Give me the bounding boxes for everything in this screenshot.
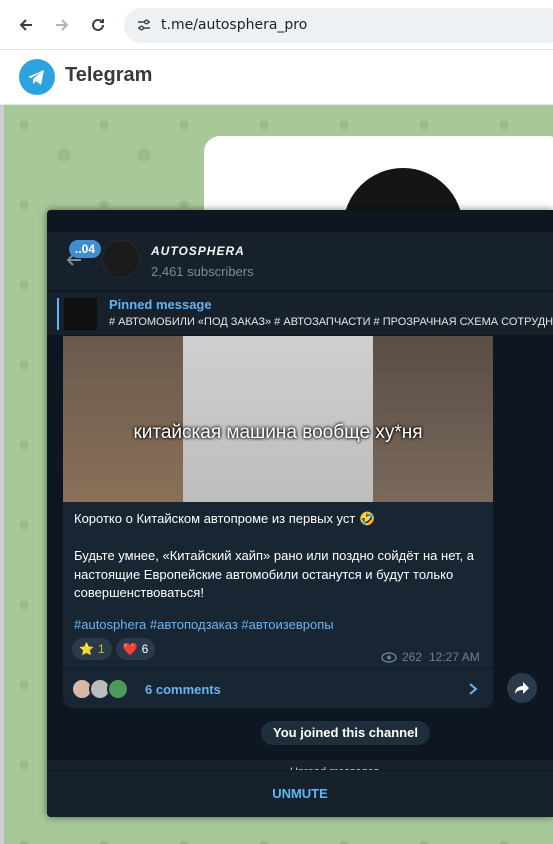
view-count: 262 (381, 650, 422, 664)
telegram-title: Telegram (65, 64, 153, 86)
unmute-button[interactable]: UNMUTE (47, 786, 553, 801)
share-button[interactable] (507, 673, 537, 703)
telegram-window: ..04 AUTOSPHERA 2,461 subscribers Pinned… (47, 210, 553, 817)
message-paragraph: Коротко о Китайском автопроме из первых … (74, 511, 376, 526)
reaction-star[interactable]: ⭐ 1 (72, 638, 112, 660)
pinned-text: # АВТОМОБИЛИ «ПОД ЗАКАЗ» # АВТОЗАПЧАСТИ … (109, 316, 553, 328)
telegram-logo-icon (19, 59, 55, 95)
message-text: Коротко о Китайском автопроме из первых … (74, 510, 484, 621)
message-bubble: китайская машина вообще ху*ня Коротко о … (63, 336, 493, 708)
subscriber-count: 2,461 subscribers (151, 264, 254, 279)
chevron-right-icon (469, 683, 478, 695)
arrow-left-icon (19, 19, 32, 31)
comments-link[interactable]: 6 comments (145, 682, 221, 697)
star-icon: ⭐ (79, 642, 94, 656)
eye-icon (381, 651, 397, 663)
pinned-indicator (57, 298, 59, 330)
arrow-right-icon (56, 19, 69, 31)
pinned-message-bar[interactable]: Pinned message # АВТОМОБИЛИ «ПОД ЗАКАЗ» … (47, 291, 553, 335)
browser-toolbar: t.me/autosphera_pro (0, 0, 553, 50)
message-hashtags[interactable]: #autosphera #автоподзаказ #автоизевропы (74, 617, 334, 632)
joined-notice: You joined this channel (261, 721, 430, 745)
heart-icon: ❤️ (122, 642, 138, 656)
forward-nav-button[interactable] (50, 13, 74, 37)
url-text[interactable]: t.me/autosphera_pro (161, 17, 307, 33)
video-caption: китайская машина вообще ху*ня (133, 422, 423, 443)
video-preview[interactable]: китайская машина вообще ху*ня (63, 336, 493, 502)
commenter-avatar (107, 678, 129, 700)
reload-icon (92, 18, 104, 31)
channel-name[interactable]: AUTOSPHERA (151, 244, 245, 258)
reaction-count: 6 (141, 642, 149, 656)
site-settings-icon[interactable] (136, 17, 152, 33)
address-bar[interactable]: t.me/autosphera_pro (124, 8, 553, 43)
comments-row[interactable]: 6 comments (63, 668, 493, 708)
unread-count-badge: ..04 (69, 240, 102, 258)
bottom-bar: UNMUTE (47, 770, 553, 817)
share-arrow-icon (515, 682, 529, 694)
back-button[interactable] (14, 13, 38, 37)
message-time: 12:27 AM (429, 650, 480, 664)
reaction-heart[interactable]: ❤️ 6 (115, 638, 156, 660)
reaction-count: 1 (97, 642, 105, 656)
message-paragraph: Будьте умнее, «Китайский хайп» рано или … (74, 548, 474, 600)
pinned-thumbnail (64, 298, 97, 330)
reactions-row: ⭐ 1 ❤️ 6 (72, 638, 156, 660)
reload-button[interactable] (86, 13, 110, 37)
pinned-title: Pinned message (109, 297, 212, 312)
channel-avatar[interactable] (102, 240, 140, 278)
